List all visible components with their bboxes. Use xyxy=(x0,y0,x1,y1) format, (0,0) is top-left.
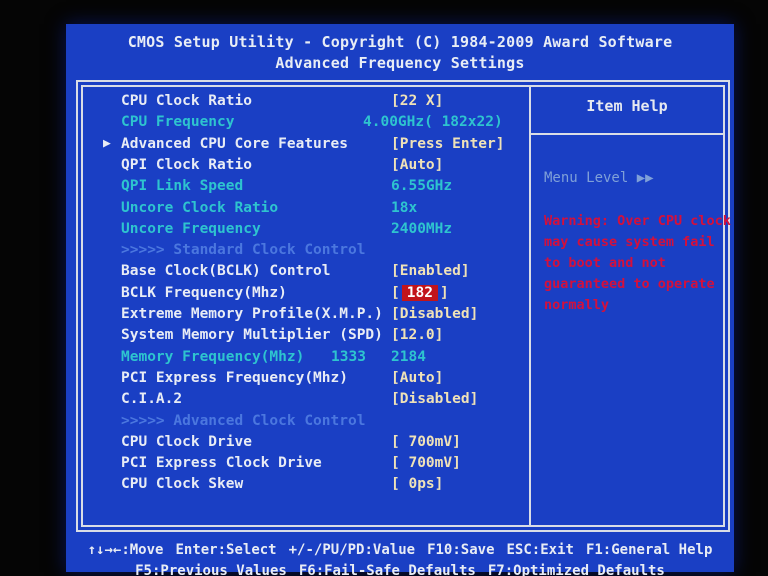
setting-value[interactable]: [182] xyxy=(391,284,449,301)
key-hint-enter: Enter:Select xyxy=(175,542,277,558)
section-header-advanced-clock-control: >>>>> Advanced Clock Control xyxy=(121,413,531,434)
setting-row-qpi-clock-ratio[interactable]: QPI Clock Ratio [Auto] xyxy=(121,157,531,178)
key-hint-pu-pd: +/-/PU/PD:Value xyxy=(288,542,416,558)
setting-row-bclk-frequency-mhz[interactable]: BCLK Frequency(Mhz) [182] xyxy=(121,284,531,306)
help-warning-text: Warning: Over CPU clock may cause system… xyxy=(544,213,731,313)
setting-label: C.I.A.2 xyxy=(121,391,183,408)
setting-value[interactable]: [ 0ps] xyxy=(391,476,443,492)
setting-extra-value: 1333 xyxy=(331,348,366,365)
key-help-footer: ↑↓→←:Move Enter:Select +/-/PU/PD:Value F10:… xyxy=(66,540,734,576)
setting-value: 2184 xyxy=(391,348,426,365)
setting-value: 4.00GHz( 182x22) xyxy=(363,114,503,131)
setting-value[interactable]: [Press Enter] xyxy=(391,136,505,152)
setting-value[interactable]: [12.0] xyxy=(391,327,443,343)
main-frame: Item Help Menu Level ▶▶ Warning: Over CP… xyxy=(76,80,731,532)
setting-value[interactable]: [Disabled] xyxy=(391,306,478,322)
setting-row-extreme-memory-profile-x-m-p[interactable]: Extreme Memory Profile(X.M.P.) [Disabled] xyxy=(121,306,531,327)
setting-row-uncore-frequency: Uncore Frequency 2400MHz xyxy=(121,221,531,242)
key-hint-f10: F10:Save xyxy=(427,542,495,558)
key-hint-f1: F1:General Help xyxy=(585,542,713,558)
key-hint-f7: F7:Optimized Defaults xyxy=(487,563,665,576)
setting-row-advanced-cpu-core-features[interactable]: ▶ Advanced CPU Core Features [Press Enter] xyxy=(103,135,531,157)
title-copyright: CMOS Setup Utility - Copyright (C) 1984-… xyxy=(127,33,673,51)
setting-row-base-clock-bclk-control[interactable]: Base Clock(BCLK) Control [Enabled] xyxy=(121,263,531,284)
setting-row-cpu-clock-drive[interactable]: CPU Clock Drive [ 700mV] xyxy=(121,434,531,455)
value-bracket-open: [ xyxy=(391,284,400,301)
setting-row-system-memory-multiplier-spd[interactable]: System Memory Multiplier (SPD) [12.0] xyxy=(121,327,531,348)
setting-value: 6.55GHz xyxy=(391,178,453,195)
setting-row-cpu-clock-skew[interactable]: CPU Clock Skew [ 0ps] xyxy=(121,476,531,497)
menu-level-indicator: Menu Level ▶▶ xyxy=(544,170,654,186)
value-bracket-close: ] xyxy=(439,284,449,301)
setting-label: PCI Express Frequency(Mhz) xyxy=(121,369,348,386)
setting-label: CPU Clock Drive xyxy=(121,433,252,450)
setting-row-qpi-link-speed: QPI Link Speed 6.55GHz xyxy=(121,178,531,199)
setting-label: CPU Frequency xyxy=(121,114,235,131)
setting-label: BCLK Frequency(Mhz) xyxy=(121,284,287,301)
key-hint-f5: F5:Previous Values xyxy=(135,563,287,576)
setting-label: System Memory Multiplier (SPD) xyxy=(121,327,383,344)
setting-row-c-i-a-2[interactable]: C.I.A.2 [Disabled] xyxy=(121,391,531,412)
key-hint-arrows: ↑↓→←:Move xyxy=(87,542,164,558)
setting-value: 2400MHz xyxy=(391,220,453,237)
setting-label: Extreme Memory Profile(X.M.P.) xyxy=(121,306,383,322)
setting-label: Advanced CPU Core Features xyxy=(121,135,348,152)
page-title: Advanced Frequency Settings xyxy=(275,54,525,72)
setting-label: PCI Express Clock Drive xyxy=(121,455,322,472)
setting-value[interactable]: [Auto] xyxy=(391,157,443,173)
key-help-line-2: F5:Previous Values F6:Fail-Safe Defaults F… xyxy=(66,561,734,576)
submenu-arrow-icon: ▶ xyxy=(103,135,111,151)
setting-label: Uncore Clock Ratio xyxy=(121,199,279,216)
setting-value[interactable]: [22 X] xyxy=(391,93,443,109)
setting-value[interactable]: [Disabled] xyxy=(391,391,478,407)
selected-value-highlight[interactable]: 182 xyxy=(401,284,438,301)
section-header-standard-clock-control: >>>>> Standard Clock Control xyxy=(121,242,531,263)
setting-row-cpu-frequency: CPU Frequency 4.00GHz( 182x22) xyxy=(121,114,531,135)
item-help-title: Item Help xyxy=(586,97,668,115)
setting-label: Uncore Frequency xyxy=(121,220,261,237)
setting-row-pci-express-clock-drive[interactable]: PCI Express Clock Drive [ 700mV] xyxy=(121,455,531,476)
setting-label: QPI Clock Ratio xyxy=(121,156,252,173)
setting-label: CPU Clock Skew xyxy=(121,476,244,493)
setting-row-uncore-clock-ratio: Uncore Clock Ratio 18x xyxy=(121,200,531,221)
setting-label: Base Clock(BCLK) Control xyxy=(121,263,331,280)
main-frame-inner: Item Help Menu Level ▶▶ Warning: Over CP… xyxy=(81,85,731,527)
title-block: CMOS Setup Utility - Copyright (C) 1984-… xyxy=(66,32,734,74)
setting-label: >>>>> Standard Clock Control xyxy=(121,242,366,259)
setting-row-pci-express-frequency-mhz[interactable]: PCI Express Frequency(Mhz) [Auto] xyxy=(121,370,531,391)
setting-label: Memory Frequency(Mhz) xyxy=(121,348,305,365)
setting-label: >>>>> Advanced Clock Control xyxy=(121,412,366,429)
key-hint-esc: ESC:Exit xyxy=(506,542,574,558)
bios-screen: CMOS Setup Utility - Copyright (C) 1984-… xyxy=(66,24,734,576)
setting-label: QPI Link Speed xyxy=(121,178,244,195)
setting-row-cpu-clock-ratio[interactable]: CPU Clock Ratio [22 X] xyxy=(121,93,531,114)
key-hint-f6: F6:Fail-Safe Defaults xyxy=(298,563,476,576)
setting-value[interactable]: [Auto] xyxy=(391,370,443,386)
key-help-line-1: ↑↓→←:Move Enter:Select +/-/PU/PD:Value F10:… xyxy=(66,540,734,561)
setting-label: CPU Clock Ratio xyxy=(121,93,252,109)
help-title-separator xyxy=(531,133,723,135)
setting-value[interactable]: [ 700mV] xyxy=(391,434,461,450)
setting-value: 18x xyxy=(391,199,418,216)
setting-row-memory-frequency-mhz: Memory Frequency(Mhz) 1333 2184 xyxy=(121,349,531,370)
setting-value[interactable]: [ 700mV] xyxy=(391,455,461,471)
setting-value[interactable]: [Enabled] xyxy=(391,263,470,279)
